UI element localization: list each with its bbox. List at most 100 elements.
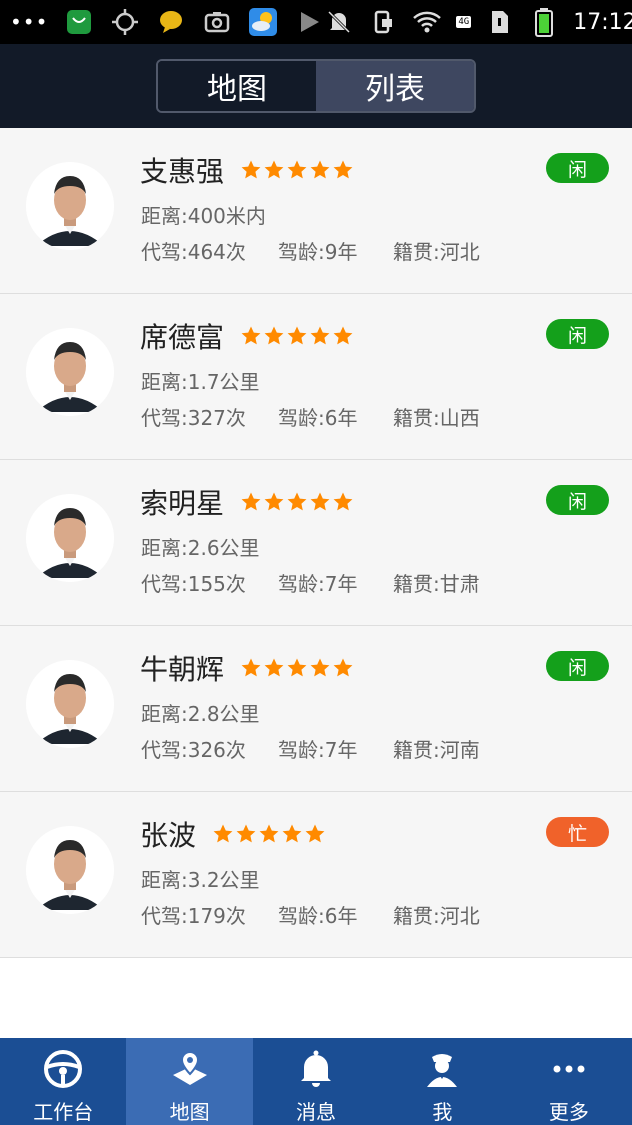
driver-experience: 驾龄:7年 — [278, 572, 358, 596]
driver-status-badge: 闲 — [546, 651, 609, 681]
star-icon — [310, 658, 330, 677]
driver-avatar — [26, 826, 114, 914]
network-type-label: 4G — [456, 16, 472, 28]
driver-avatar — [26, 162, 114, 250]
bottom-nav: 工作台 地图 消息 我 更多 — [0, 1038, 632, 1125]
driver-trips: 代驾:327次 — [141, 406, 246, 430]
star-icon — [287, 160, 307, 179]
driver-stats: 代驾:327次 驾龄:6年 籍贯:山西 — [141, 402, 480, 431]
star-icon — [259, 824, 279, 843]
driver-hometown: 籍贯:河北 — [393, 240, 480, 264]
status-bar: ••• 4G 17:12 — [0, 0, 632, 44]
clock-time: 17:12 — [573, 9, 632, 35]
play-store-icon — [294, 7, 324, 37]
sim-card-icon — [485, 7, 515, 37]
driver-icon — [421, 1048, 463, 1090]
driver-rating — [240, 657, 354, 679]
driver-hometown: 籍贯:河南 — [393, 738, 480, 762]
star-icon — [264, 658, 284, 677]
driver-stats: 代驾:326次 驾龄:7年 籍贯:河南 — [141, 734, 480, 763]
star-icon — [310, 492, 330, 511]
driver-name: 张波 — [140, 819, 197, 852]
status-bar-right: 4G 17:12 — [324, 7, 632, 37]
star-icon — [264, 326, 284, 345]
driver-name: 索明星 — [140, 487, 225, 520]
driver-name-row: 张波 — [140, 814, 326, 854]
nav-workbench[interactable]: 工作台 — [0, 1038, 126, 1125]
steering-wheel-icon — [42, 1048, 84, 1090]
driver-name-row: 牛朝辉 — [140, 648, 354, 688]
nav-label: 地图 — [169, 1100, 210, 1124]
more-icon — [548, 1048, 590, 1090]
driver-status-badge: 闲 — [546, 485, 609, 515]
star-icon — [241, 160, 261, 179]
star-icon — [310, 160, 330, 179]
star-icon — [333, 160, 353, 179]
star-icon — [213, 824, 233, 843]
driver-avatar — [26, 660, 114, 748]
driver-avatar — [26, 494, 114, 582]
driver-status-badge: 闲 — [546, 153, 609, 183]
star-icon — [264, 492, 284, 511]
driver-experience: 驾龄:6年 — [278, 406, 358, 430]
nav-label: 我 — [432, 1100, 453, 1124]
driver-trips: 代驾:155次 — [141, 572, 246, 596]
star-icon — [241, 492, 261, 511]
driver-rating — [240, 159, 354, 181]
star-icon — [264, 160, 284, 179]
driver-trips: 代驾:179次 — [141, 904, 246, 928]
nav-label: 消息 — [296, 1100, 337, 1124]
driver-name-row: 席德富 — [140, 316, 354, 356]
nav-me[interactable]: 我 — [379, 1038, 505, 1125]
driver-list-item[interactable]: 索明星 距离:2.6公里 代驾:155次 驾龄:7年 籍贯:甘肃 闲 — [0, 460, 632, 626]
nav-label: 工作台 — [33, 1100, 94, 1124]
driver-trips: 代驾:464次 — [141, 240, 246, 264]
driver-stats: 代驾:155次 驾龄:7年 籍贯:甘肃 — [141, 568, 480, 597]
shopping-bag-app-icon — [64, 7, 94, 37]
bell-icon — [295, 1048, 337, 1090]
top-header: 地图 列表 — [0, 44, 632, 128]
driver-distance: 距离:2.6公里 — [141, 536, 260, 560]
driver-hometown: 籍贯:河北 — [393, 904, 480, 928]
nav-more[interactable]: 更多 — [506, 1038, 632, 1125]
map-pin-icon — [169, 1048, 211, 1090]
driver-list-item[interactable]: 支惠强 距离:400米内 代驾:464次 驾龄:9年 籍贯:河北 闲 — [0, 128, 632, 294]
driver-name: 席德富 — [140, 321, 225, 354]
battery-icon — [529, 7, 559, 37]
screenshot-icon — [202, 7, 232, 37]
driver-name: 支惠强 — [140, 155, 225, 188]
driver-name: 牛朝辉 — [140, 653, 225, 686]
view-toggle: 地图 列表 — [156, 59, 476, 113]
driver-status-badge: 闲 — [546, 319, 609, 349]
driver-name-row: 支惠强 — [140, 150, 354, 190]
vibrate-icon — [368, 7, 398, 37]
driver-list: 支惠强 距离:400米内 代驾:464次 驾龄:9年 籍贯:河北 闲 席德富 距离:… — [0, 128, 632, 1038]
driver-stats: 代驾:179次 驾龄:6年 籍贯:河北 — [141, 900, 480, 929]
driver-list-item[interactable]: 张波 距离:3.2公里 代驾:179次 驾龄:6年 籍贯:河北 忙 — [0, 792, 632, 958]
star-icon — [282, 824, 302, 843]
driver-experience: 驾龄:6年 — [278, 904, 358, 928]
tab-map[interactable]: 地图 — [158, 61, 316, 111]
star-icon — [287, 492, 307, 511]
star-icon — [333, 658, 353, 677]
gps-target-icon — [110, 7, 140, 37]
tab-list[interactable]: 列表 — [316, 61, 474, 111]
nav-map[interactable]: 地图 — [126, 1038, 253, 1125]
driver-list-item[interactable]: 席德富 距离:1.7公里 代驾:327次 驾龄:6年 籍贯:山西 闲 — [0, 294, 632, 460]
star-icon — [236, 824, 256, 843]
driver-experience: 驾龄:7年 — [278, 738, 358, 762]
nav-messages[interactable]: 消息 — [253, 1038, 379, 1125]
star-icon — [241, 326, 261, 345]
chat-bubble-icon — [156, 7, 186, 37]
driver-distance: 距离:2.8公里 — [141, 702, 260, 726]
overflow-dots-icon: ••• — [10, 10, 49, 34]
driver-experience: 驾龄:9年 — [278, 240, 358, 264]
driver-rating — [240, 491, 354, 513]
star-icon — [310, 326, 330, 345]
driver-rating — [240, 325, 354, 347]
star-icon — [287, 658, 307, 677]
star-icon — [287, 326, 307, 345]
driver-list-item[interactable]: 牛朝辉 距离:2.8公里 代驾:326次 驾龄:7年 籍贯:河南 闲 — [0, 626, 632, 792]
star-icon — [241, 658, 261, 677]
driver-hometown: 籍贯:山西 — [393, 406, 480, 430]
